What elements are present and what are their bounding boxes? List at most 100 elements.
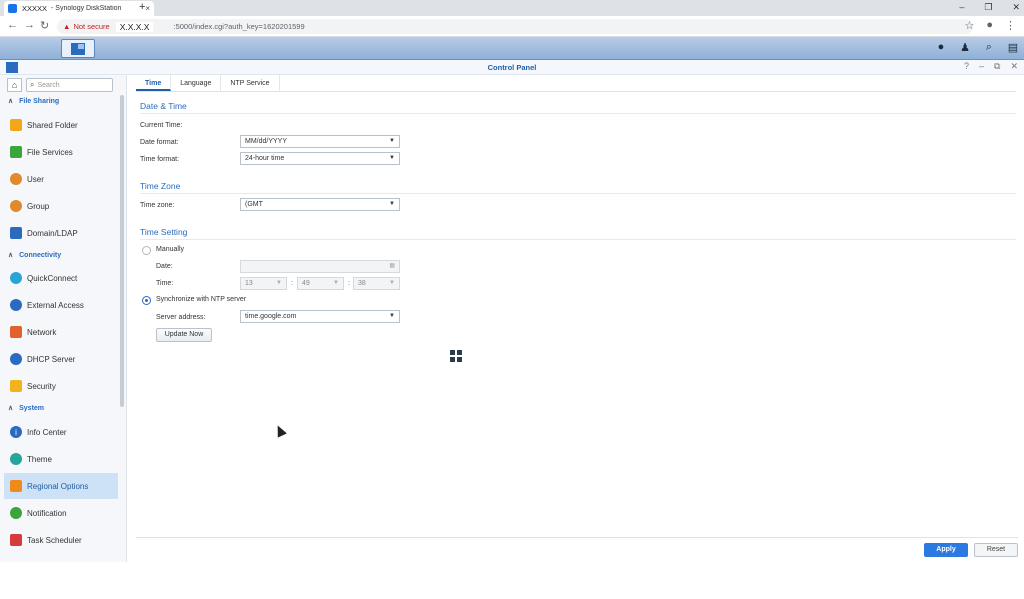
chevron-up-icon: ∧ — [8, 98, 14, 105]
control-panel-taskbar-button[interactable] — [61, 39, 95, 58]
network-house-icon — [10, 326, 22, 338]
section-connectivity[interactable]: ∧ Connectivity — [8, 249, 61, 261]
regional-options-panel: Time Language NTP Service Date & Time Cu… — [136, 75, 1024, 562]
apply-button[interactable]: Apply — [924, 543, 968, 557]
profile-icon[interactable]: ● — [986, 19, 993, 32]
search-placeholder: Search — [37, 81, 60, 89]
sidebar-item-security[interactable]: Security — [4, 373, 118, 399]
sidebar-item-group[interactable]: Group — [4, 193, 118, 219]
bookmark-star-icon[interactable]: ☆ — [964, 19, 974, 32]
dhcp-icon — [10, 353, 22, 365]
forward-arrow-icon[interactable]: → — [24, 19, 35, 31]
maximize-window-button[interactable]: ❐ — [984, 0, 992, 14]
close-button[interactable]: ✕ — [1010, 61, 1018, 72]
help-button[interactable]: ? — [964, 61, 969, 72]
clock-calendar-icon — [10, 480, 22, 492]
date-format-select[interactable]: MM/dd/YYYY ▼ — [240, 135, 400, 148]
sidebar-item-label: External Access — [27, 300, 84, 310]
minute-value: 49 — [302, 280, 310, 287]
date-label: Date: — [156, 263, 173, 270]
time-separator: : — [348, 280, 350, 287]
minimize-window-button[interactable]: – — [959, 0, 964, 14]
time-label: Time: — [156, 280, 174, 287]
section-file-sharing[interactable]: ∧ File Sharing — [8, 95, 59, 107]
sidebar-item-regional-options[interactable]: Regional Options — [4, 473, 118, 499]
sidebar-item-label: Network — [27, 327, 57, 337]
sidebar-item-notification[interactable]: Notification — [4, 500, 118, 526]
manually-radio[interactable] — [142, 246, 151, 255]
tab-title-rest: - Synology DiskStation — [51, 5, 122, 12]
section-label: Connectivity — [19, 251, 62, 259]
chevron-down-icon: ▼ — [389, 280, 395, 286]
chevron-down-icon: ▼ — [333, 280, 339, 286]
user-icon[interactable]: ♟ — [958, 40, 972, 54]
hour-select[interactable]: 13 ▼ — [240, 277, 287, 290]
search-icon[interactable]: ⌕ — [982, 40, 996, 54]
tab-language[interactable]: Language — [171, 75, 222, 91]
sidebar-item-label: Regional Options — [27, 481, 89, 491]
speech-bubble-icon — [10, 507, 22, 519]
reset-button[interactable]: Reset — [974, 543, 1018, 557]
sidebar-item-quickconnect[interactable]: QuickConnect — [4, 265, 118, 291]
tab-close-icon[interactable]: × — [145, 4, 150, 13]
url-field[interactable]: ▲ Not secure X.X.X.X :5000/index.cgi?aut… — [57, 19, 973, 34]
chevron-down-icon: ▼ — [389, 201, 395, 207]
chevron-down-icon: ▼ — [276, 280, 282, 286]
sidebar-item-label: QuickConnect — [27, 273, 78, 283]
new-tab-button[interactable]: + — [139, 1, 145, 13]
tab-ntp-service[interactable]: NTP Service — [221, 75, 280, 91]
sidebar-scrollbar[interactable] — [120, 95, 124, 407]
time-zone-select[interactable]: (GMT ▼ — [240, 198, 400, 211]
folder-icon — [10, 119, 22, 131]
synology-favicon-icon — [8, 4, 17, 13]
sidebar-item-file-services[interactable]: File Services — [4, 139, 118, 165]
section-system[interactable]: ∧ System — [8, 402, 44, 414]
ntp-sync-radio[interactable] — [142, 296, 151, 305]
sidebar: ⌂ ⌕ Search ∧ File Sharing Shared Folder F… — [0, 75, 127, 562]
minimize-button[interactable]: – — [979, 61, 984, 72]
sidebar-item-network[interactable]: Network — [4, 319, 118, 345]
second-select[interactable]: 38 ▼ — [353, 277, 400, 290]
widgets-icon[interactable]: ▤ — [1006, 40, 1020, 54]
time-format-select[interactable]: 24-hour time ▼ — [240, 152, 400, 165]
update-now-button[interactable]: Update Now — [156, 328, 212, 342]
time-setting-heading: Time Setting — [140, 227, 188, 237]
home-button[interactable]: ⌂ — [7, 78, 22, 92]
date-picker-field[interactable]: ▦ — [240, 260, 400, 273]
ntp-sync-label: Synchronize with NTP server — [156, 296, 247, 303]
divider — [140, 113, 1016, 114]
divider — [140, 193, 1016, 194]
browser-menu-icon[interactable]: ⋮ — [1005, 19, 1016, 32]
browser-tab[interactable]: XXXXX - Synology DiskStation × — [4, 1, 154, 16]
shield-icon — [10, 380, 22, 392]
sidebar-item-info-center[interactable]: i Info Center — [4, 419, 118, 445]
close-window-button[interactable]: ✕ — [1012, 0, 1020, 14]
time-zone-heading: Time Zone — [140, 181, 181, 191]
minute-select[interactable]: 49 ▼ — [297, 277, 344, 290]
calendar-icon[interactable]: ▦ — [389, 261, 395, 272]
hour-value: 13 — [245, 280, 253, 287]
sidebar-item-dhcp-server[interactable]: DHCP Server — [4, 346, 118, 372]
sidebar-item-domain-ldap[interactable]: Domain/LDAP — [4, 220, 118, 246]
sidebar-item-shared-folder[interactable]: Shared Folder — [4, 112, 118, 138]
current-time-label: Current Time: — [140, 122, 183, 129]
url-host: X.X.X.X — [115, 21, 154, 32]
server-address-select[interactable]: time.google.com ▼ — [240, 310, 400, 323]
sidebar-item-label: Shared Folder — [27, 120, 78, 130]
sidebar-item-label: Security — [27, 381, 56, 391]
security-status[interactable]: Not secure — [73, 22, 109, 31]
sidebar-item-theme[interactable]: Theme — [4, 446, 118, 472]
reload-icon[interactable]: ↻ — [40, 19, 49, 32]
chat-icon[interactable]: ● — [934, 40, 948, 54]
window-title: Control Panel — [487, 63, 537, 72]
restore-button[interactable]: ⧉ — [994, 61, 1000, 72]
palette-icon — [10, 453, 22, 465]
time-zone-label: Time zone: — [140, 202, 175, 209]
sidebar-search-input[interactable]: ⌕ Search — [26, 78, 113, 92]
sidebar-item-external-access[interactable]: External Access — [4, 292, 118, 318]
back-arrow-icon[interactable]: ← — [7, 19, 18, 31]
time-format-value: 24-hour time — [245, 155, 285, 162]
sidebar-item-task-scheduler[interactable]: Task Scheduler — [4, 527, 118, 553]
sidebar-item-user[interactable]: User — [4, 166, 118, 192]
tab-time[interactable]: Time — [136, 75, 172, 91]
